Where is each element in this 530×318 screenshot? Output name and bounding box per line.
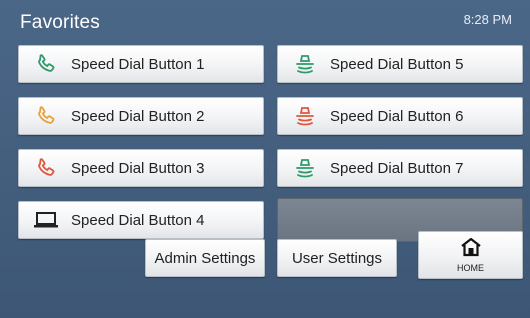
- speed-dial-button-6[interactable]: Speed Dial Button 6: [277, 97, 523, 135]
- home-label: HOME: [457, 263, 484, 273]
- speed-dial-button-5[interactable]: Speed Dial Button 5: [277, 45, 523, 83]
- speed-dial-label: Speed Dial Button 7: [330, 159, 464, 177]
- phone-icon: [33, 103, 59, 129]
- speed-dial-button-2[interactable]: Speed Dial Button 2: [18, 97, 264, 135]
- clock: 8:28 PM: [463, 12, 512, 27]
- page-title: Favorites: [20, 12, 100, 33]
- home-button[interactable]: HOME: [418, 231, 523, 279]
- conference-phone-icon: [292, 103, 318, 129]
- favorites-screen: Favorites 8:28 PM Speed Dial Button 1 Sp…: [0, 0, 530, 318]
- speed-dial-label: Speed Dial Button 1: [71, 55, 205, 73]
- speed-dial-label: Speed Dial Button 3: [71, 159, 205, 177]
- speed-dial-label: Speed Dial Button 6: [330, 107, 464, 125]
- speed-dial-button-1[interactable]: Speed Dial Button 1: [18, 45, 264, 83]
- phone-icon: [33, 155, 59, 181]
- admin-settings-button[interactable]: Admin Settings: [145, 239, 265, 277]
- laptop-icon: [33, 207, 59, 233]
- user-settings-button[interactable]: User Settings: [277, 239, 397, 277]
- phone-icon: [33, 51, 59, 77]
- speed-dial-label: Speed Dial Button 4: [71, 211, 205, 229]
- speed-dial-button-3[interactable]: Speed Dial Button 3: [18, 149, 264, 187]
- home-icon: [460, 237, 482, 262]
- conference-phone-icon: [292, 155, 318, 181]
- speed-dial-button-7[interactable]: Speed Dial Button 7: [277, 149, 523, 187]
- speed-dial-label: Speed Dial Button 5: [330, 55, 464, 73]
- speed-dial-button-4[interactable]: Speed Dial Button 4: [18, 201, 264, 239]
- conference-phone-icon: [292, 51, 318, 77]
- speed-dial-label: Speed Dial Button 2: [71, 107, 205, 125]
